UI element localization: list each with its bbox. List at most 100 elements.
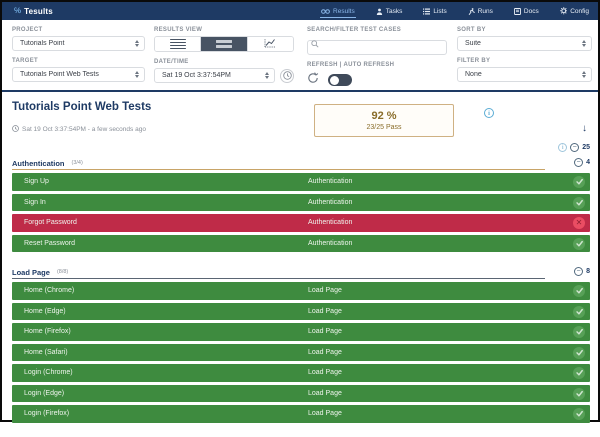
refresh-icon[interactable]: [307, 71, 319, 89]
search-wrap: [307, 36, 447, 55]
check-icon: [575, 344, 584, 362]
test-case-row[interactable]: Login (Edge) Load Page ✕: [12, 385, 590, 403]
case-suite: Load Page: [308, 349, 342, 356]
case-suite: Load Page: [308, 369, 342, 376]
status-icon: ✕: [573, 217, 585, 229]
nav-item-results[interactable]: Results: [320, 5, 356, 18]
case-list: Home (Chrome) Load Page ✕ Home (Edge) Lo…: [12, 282, 590, 423]
suite-ratio: (8/8): [57, 269, 68, 276]
status-icon: ✕: [573, 285, 585, 297]
pass-ratio: 23/25 Pass: [366, 124, 401, 131]
project-label: PROJECT: [12, 27, 145, 33]
test-case-row[interactable]: Login (Chrome) Load Page ✕: [12, 364, 590, 382]
suite-case-count: 8: [586, 268, 590, 275]
test-case-row[interactable]: Home (Firefox) Load Page ✕: [12, 323, 590, 341]
clock-button[interactable]: [280, 69, 294, 83]
case-suite: Authentication: [308, 178, 352, 185]
nav-item-label: Runs: [478, 8, 493, 15]
datetime-select-value: Sat 19 Oct 3:37:54PM: [162, 72, 265, 79]
target-select[interactable]: Tutorials Point Web Tests: [12, 67, 145, 82]
check-icon: [575, 194, 584, 212]
info-icon[interactable]: i: [484, 108, 494, 118]
search-input[interactable]: [307, 40, 447, 55]
auto-refresh-toggle[interactable]: [328, 74, 352, 86]
nav-items: Results Tasks Lists Runs Docs Config: [320, 4, 590, 18]
brand-logo[interactable]: ℅ Tesults: [14, 7, 53, 16]
test-case-row[interactable]: Reset Password Authentication ✕: [12, 235, 590, 253]
cross-icon: ✕: [576, 219, 583, 227]
case-suite: Load Page: [308, 328, 342, 335]
toolbar-col-search-refresh: SEARCH/FILTER TEST CASES REFRESH | AUTO …: [307, 20, 447, 89]
info-icon[interactable]: i: [558, 143, 567, 152]
total-case-count: 25: [582, 144, 590, 151]
toolbar: PROJECT Tutorials Point TARGET Tutorials…: [2, 20, 598, 90]
results-view-grouped-button[interactable]: [201, 37, 247, 51]
results-timestamp: Sat 19 Oct 3:37:54PM - a few seconds ago: [12, 125, 146, 134]
list-grouped-icon: [216, 40, 232, 48]
book-icon: [514, 8, 521, 15]
list-dense-icon: [170, 39, 186, 50]
check-icon: [575, 235, 584, 253]
test-case-row[interactable]: Home (Chrome) Load Page ✕: [12, 282, 590, 300]
case-suite: Load Page: [308, 308, 342, 315]
nav-item-label: Results: [333, 8, 355, 15]
nav-item-docs[interactable]: Docs: [513, 5, 540, 18]
collapse-suite-icon[interactable]: −: [574, 267, 583, 276]
case-suite: Authentication: [308, 240, 352, 247]
check-icon: [575, 303, 584, 321]
global-collapse-controls: i − 25: [558, 143, 590, 152]
collapse-suite-icon[interactable]: −: [574, 158, 583, 167]
select-arrows-icon: [582, 40, 586, 47]
status-icon: ✕: [573, 176, 585, 188]
case-name: Sign In: [12, 199, 46, 206]
status-icon: ✕: [573, 197, 585, 209]
test-case-row[interactable]: Sign Up Authentication ✕: [12, 173, 590, 191]
binoculars-icon: [321, 8, 330, 15]
nav-item-lists[interactable]: Lists: [422, 5, 447, 18]
person-icon: [376, 8, 383, 15]
case-name: Home (Chrome): [12, 287, 74, 294]
nav-item-label: Lists: [433, 8, 446, 15]
search-label: SEARCH/FILTER TEST CASES: [307, 27, 447, 33]
check-icon: [575, 323, 584, 341]
nav-item-runs[interactable]: Runs: [467, 5, 494, 18]
toggle-knob: [330, 76, 339, 85]
sort-by-select[interactable]: Suite: [457, 36, 592, 51]
check-icon: [575, 173, 584, 191]
select-arrows-icon: [135, 71, 139, 78]
nav-item-label: Docs: [524, 8, 539, 15]
collapse-all-icon[interactable]: −: [570, 143, 579, 152]
datetime-label: DATE/TIME: [154, 59, 294, 65]
refresh-row: [307, 71, 447, 89]
results-view-chart-button[interactable]: [248, 37, 293, 51]
case-name: Home (Edge): [12, 308, 66, 315]
project-select[interactable]: Tutorials Point: [12, 36, 145, 51]
case-name: Home (Safari): [12, 349, 68, 356]
status-icon: ✕: [573, 347, 585, 359]
nav-item-label: Tasks: [386, 8, 403, 15]
suite-name: Load Page: [12, 269, 50, 277]
download-arrow-icon[interactable]: ↓: [582, 124, 587, 134]
check-icon: [575, 282, 584, 300]
test-case-row[interactable]: Forgot Password Authentication ✕: [12, 214, 590, 232]
test-case-row[interactable]: Sign In Authentication ✕: [12, 194, 590, 212]
case-suite: Load Page: [308, 410, 342, 417]
select-arrows-icon: [265, 72, 269, 79]
sort-by-select-value: Suite: [465, 40, 582, 47]
nav-item-tasks[interactable]: Tasks: [375, 5, 404, 18]
target-label: TARGET: [12, 58, 145, 64]
test-case-row[interactable]: Login (Firefox) Load Page ✕: [12, 405, 590, 423]
test-case-row[interactable]: Home (Edge) Load Page ✕: [12, 303, 590, 321]
suites: Authentication (3/4) − 4 Sign Up Authent…: [12, 157, 590, 437]
refresh-label: REFRESH | AUTO REFRESH: [307, 62, 447, 68]
case-suite: Load Page: [308, 390, 342, 397]
nav-item-config[interactable]: Config: [559, 4, 590, 18]
case-name: Login (Firefox): [12, 410, 69, 417]
results-view-segmented-control: [154, 36, 294, 52]
datetime-select[interactable]: Sat 19 Oct 3:37:54PM: [154, 68, 275, 83]
test-case-row[interactable]: Home (Safari) Load Page ✕: [12, 344, 590, 362]
filter-by-select[interactable]: None: [457, 67, 592, 82]
status-icon: ✕: [573, 367, 585, 379]
results-view-dense-button[interactable]: [155, 37, 201, 51]
suite-name: Authentication: [12, 160, 65, 168]
